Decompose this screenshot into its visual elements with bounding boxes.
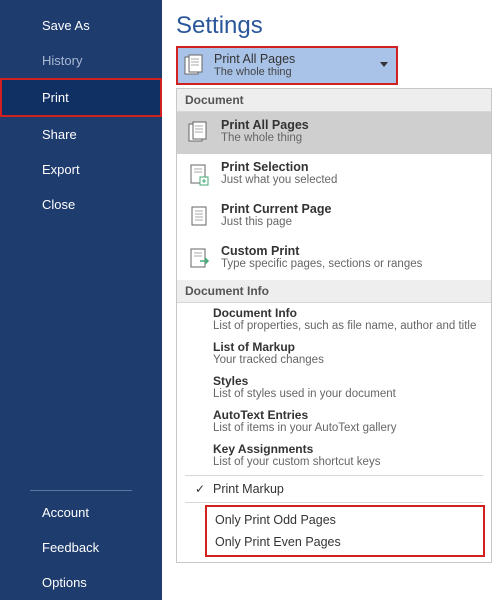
chevron-down-icon <box>380 62 388 67</box>
odd-even-highlight-box: Only Print Odd Pages Only Print Even Pag… <box>205 505 485 557</box>
checkmark-icon: ✓ <box>193 482 207 496</box>
pages-icon <box>185 118 213 148</box>
option-subtitle: List of items in your AutoText gallery <box>213 422 491 434</box>
option-only-print-even-pages[interactable]: Only Print Even Pages <box>207 531 483 553</box>
page-title: Settings <box>176 12 492 40</box>
dropdown-divider <box>185 475 483 476</box>
selector-subtitle: The whole thing <box>214 66 295 79</box>
sidebar-item-close[interactable]: Close <box>0 187 162 222</box>
sidebar-item-save-as[interactable]: Save As <box>0 8 162 43</box>
option-autotext-entries[interactable]: AutoText Entries List of items in your A… <box>177 405 491 439</box>
selector-title: Print All Pages <box>214 52 295 66</box>
option-title: Key Assignments <box>213 442 491 456</box>
option-subtitle: Type specific pages, sections or ranges <box>221 258 422 270</box>
option-title: Print Markup <box>213 482 284 496</box>
sidebar-item-account[interactable]: Account <box>0 495 162 530</box>
option-print-markup[interactable]: ✓ Print Markup <box>177 478 491 500</box>
sidebar-item-options[interactable]: Options <box>0 565 162 600</box>
option-title: List of Markup <box>213 340 491 354</box>
option-subtitle: List of properties, such as file name, a… <box>213 320 491 332</box>
option-print-all-pages[interactable]: Print All Pages The whole thing <box>177 112 491 154</box>
sidebar-item-print[interactable]: Print <box>0 78 162 117</box>
option-subtitle: List of your custom shortcut keys <box>213 456 491 468</box>
group-header-document-info: Document Info <box>177 280 491 303</box>
option-title: AutoText Entries <box>213 408 491 422</box>
sidebar-item-feedback[interactable]: Feedback <box>0 530 162 565</box>
option-only-print-odd-pages[interactable]: Only Print Odd Pages <box>207 509 483 531</box>
option-subtitle: The whole thing <box>221 132 309 144</box>
option-document-info[interactable]: Document Info List of properties, such a… <box>177 303 491 337</box>
option-key-assignments[interactable]: Key Assignments List of your custom shor… <box>177 439 491 473</box>
option-title: Document Info <box>213 306 491 320</box>
option-title: Custom Print <box>221 244 422 258</box>
page-plus-icon <box>185 160 213 190</box>
page-single-icon <box>185 202 213 232</box>
option-subtitle: Just this page <box>221 216 331 228</box>
option-subtitle: List of styles used in your document <box>213 388 491 400</box>
sidebar-divider <box>30 490 132 491</box>
backstage-sidebar: Save As History Print Share Export Close… <box>0 0 162 600</box>
option-print-current-page[interactable]: Print Current Page Just this page <box>177 196 491 238</box>
option-title: Print All Pages <box>221 118 309 132</box>
main-panel: Settings Print All Pages The whole thing… <box>162 0 500 600</box>
sidebar-item-export[interactable]: Export <box>0 152 162 187</box>
group-header-document: Document <box>177 89 491 112</box>
option-subtitle: Your tracked changes <box>213 354 491 366</box>
option-subtitle: Just what you selected <box>221 174 337 186</box>
option-styles[interactable]: Styles List of styles used in your docum… <box>177 371 491 405</box>
option-print-selection[interactable]: Print Selection Just what you selected <box>177 154 491 196</box>
print-what-selector[interactable]: Print All Pages The whole thing <box>176 46 398 85</box>
option-title: Styles <box>213 374 491 388</box>
dropdown-divider <box>185 502 483 503</box>
option-custom-print[interactable]: Custom Print Type specific pages, sectio… <box>177 238 491 280</box>
option-title: Print Current Page <box>221 202 331 216</box>
print-what-dropdown: Document Print All Pages The whole thing… <box>176 88 492 563</box>
pages-icon <box>182 52 208 80</box>
page-arrow-icon <box>185 244 213 274</box>
option-title: Print Selection <box>221 160 337 174</box>
sidebar-item-share[interactable]: Share <box>0 117 162 152</box>
sidebar-item-history[interactable]: History <box>0 43 162 78</box>
option-list-of-markup[interactable]: List of Markup Your tracked changes <box>177 337 491 371</box>
